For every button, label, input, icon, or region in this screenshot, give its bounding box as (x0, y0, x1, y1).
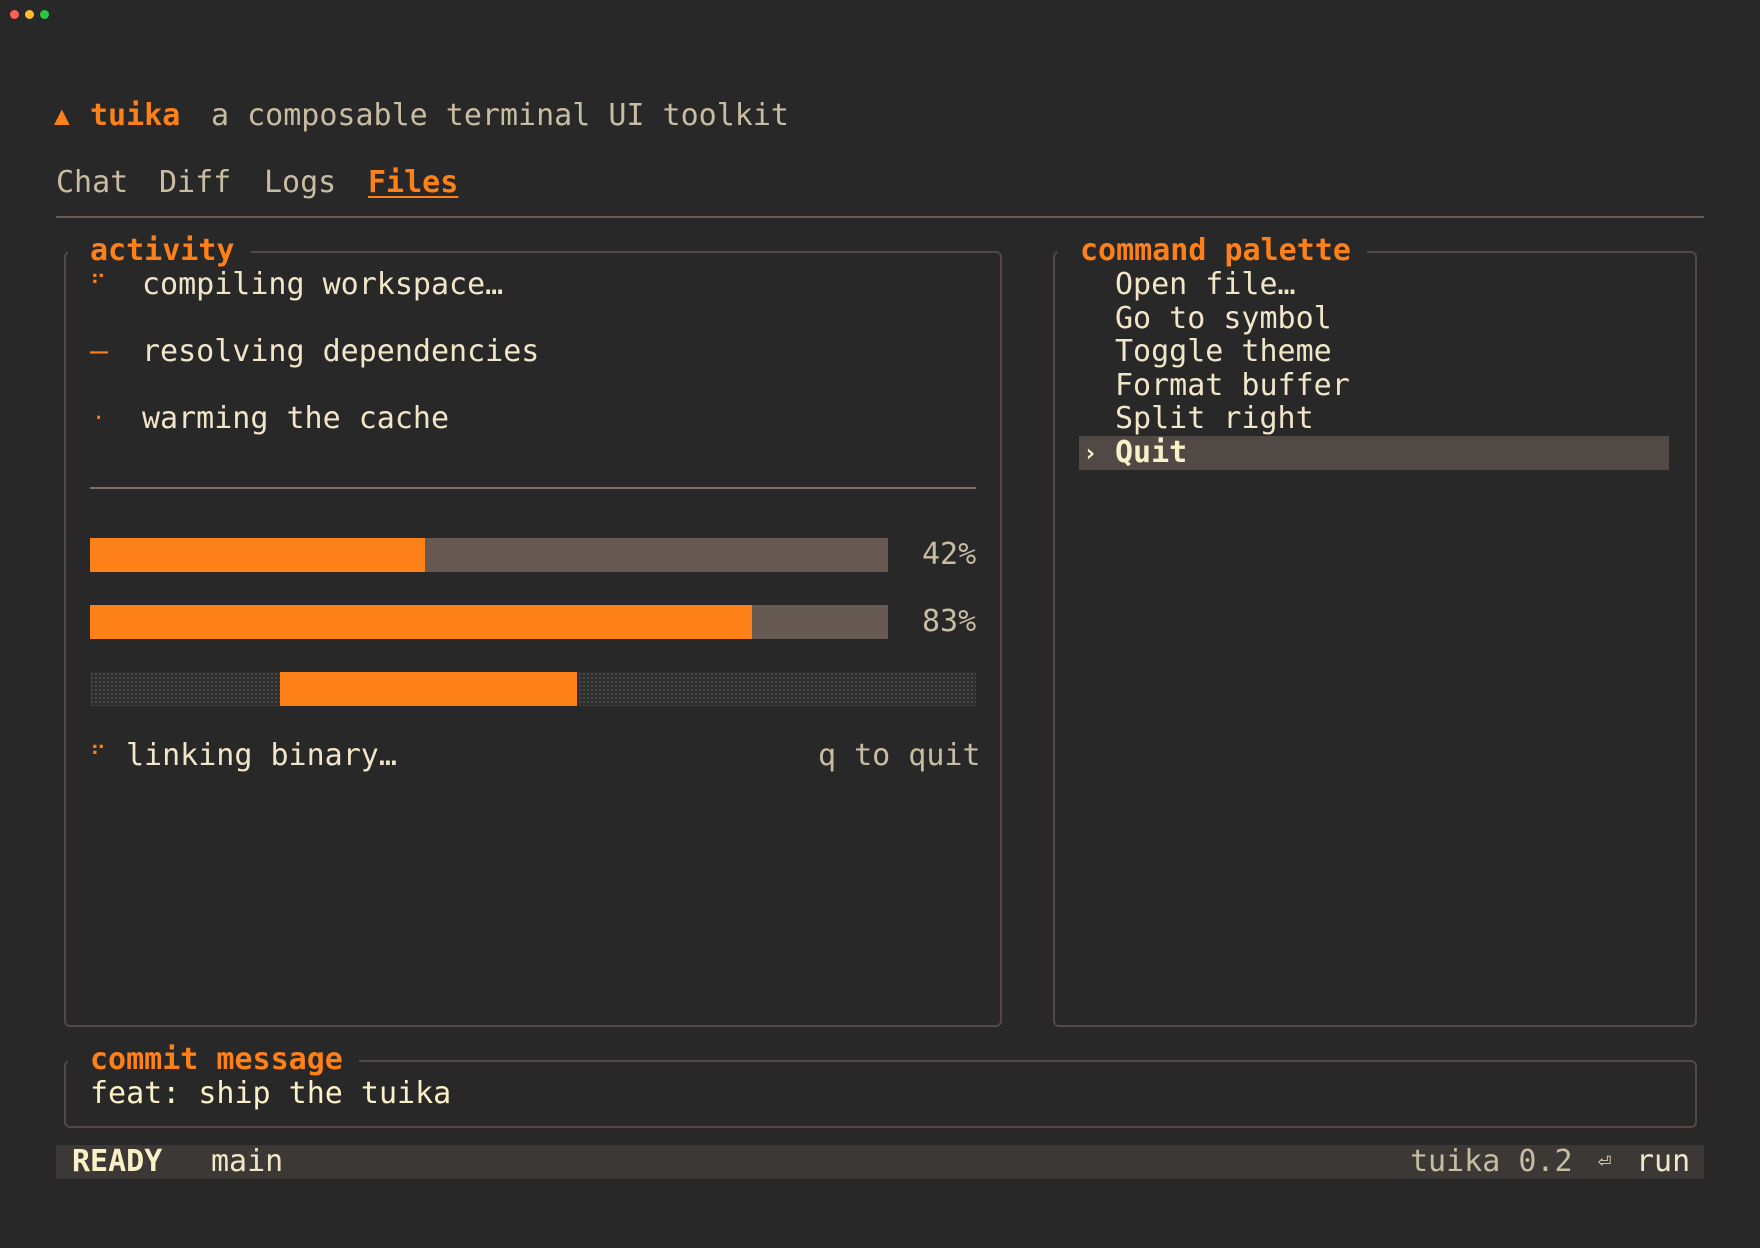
app-tagline: a composable terminal UI toolkit (211, 98, 789, 133)
palette-item-label: Open file… (1115, 267, 1296, 302)
tab-chat[interactable]: Chat (56, 166, 128, 200)
palette-item-label: Go to symbol (1115, 301, 1332, 336)
palette-item-format-buffer[interactable]: Format buffer (1079, 369, 1669, 403)
close-window-button[interactable] (10, 10, 19, 19)
footer-status-label: linking binary… (126, 738, 397, 773)
task-label: compiling workspace… (142, 267, 504, 302)
palette-item-toggle-theme[interactable]: Toggle theme (1079, 335, 1669, 369)
indeterminate-progress-bar (90, 672, 976, 706)
palette-item-label: Format buffer (1115, 368, 1350, 403)
progress-bar-fill (90, 605, 753, 639)
mode-indicator: READY (72, 1144, 163, 1179)
palette-item-label: Split right (1115, 401, 1314, 436)
progress-bar (90, 538, 888, 572)
progress-bar (90, 605, 888, 639)
minimize-window-button[interactable] (25, 10, 34, 19)
chevron-right-icon: › (1083, 439, 1098, 467)
palette-item-label: Toggle theme (1115, 334, 1332, 369)
palette-item-go-to-symbol[interactable]: Go to symbol (1079, 302, 1669, 336)
commit-message-input[interactable]: feat: ship the tuika (90, 1077, 451, 1111)
braille-spinner-icon: ⠋ (90, 272, 107, 297)
commit-message-title: commit message (68, 1043, 359, 1077)
tab-diff[interactable]: Diff (159, 166, 231, 200)
dash-spinner-icon: – (90, 334, 109, 369)
zoom-window-button[interactable] (40, 10, 49, 19)
enter-key-icon: ⏎ (1598, 1149, 1612, 1174)
branch-name: main (211, 1144, 284, 1179)
task-label: warming the cache (142, 401, 450, 436)
palette-item-label: Quit (1115, 435, 1188, 470)
progress-percent: 83% (922, 604, 977, 639)
palette-item-split-right[interactable]: Split right (1079, 402, 1669, 436)
logo-triangle-icon: ▲ (54, 101, 70, 131)
dot-spinner-icon: · (92, 406, 106, 431)
braille-spinner-icon: ⠋ (90, 743, 107, 768)
tab-logs[interactable]: Logs (264, 166, 336, 200)
indeterminate-progress-chunk (280, 672, 578, 706)
palette-item-quit[interactable]: › Quit (1079, 436, 1669, 470)
quit-hint: q to quit (818, 738, 981, 773)
progress-percent: 42% (922, 537, 977, 572)
run-action-label[interactable]: run (1636, 1145, 1690, 1179)
command-palette-title: command palette (1058, 234, 1367, 268)
tab-divider (56, 216, 1704, 218)
activity-divider (90, 487, 976, 489)
activity-panel-title: activity (68, 234, 251, 268)
version-label: tuika 0.2 (1410, 1144, 1573, 1179)
task-label: resolving dependencies (142, 334, 540, 369)
palette-item-open-file[interactable]: Open file… (1079, 268, 1669, 302)
tab-files[interactable]: Files (368, 166, 458, 200)
app-name: tuika (90, 98, 181, 133)
progress-bar-fill (90, 538, 426, 572)
